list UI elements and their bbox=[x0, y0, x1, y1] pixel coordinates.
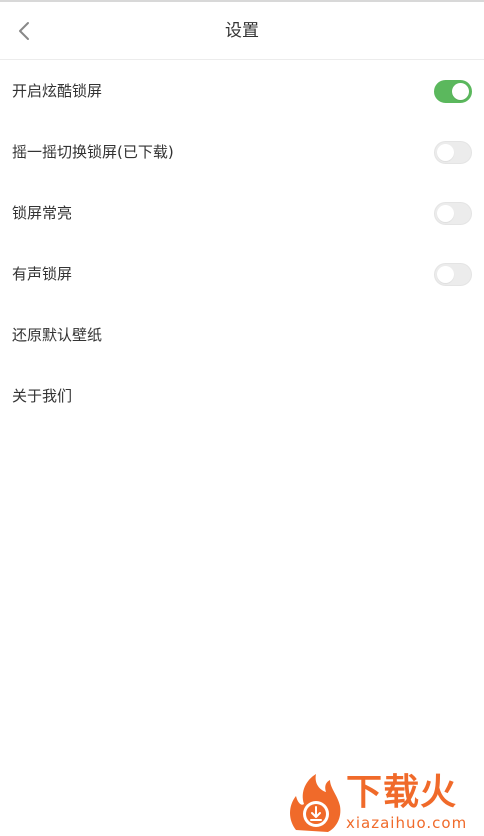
setting-row-always-on[interactable]: 锁屏常亮 bbox=[0, 183, 484, 244]
toggle-knob bbox=[437, 266, 454, 283]
toggle-switch[interactable] bbox=[434, 202, 472, 225]
setting-row-shake-switch[interactable]: 摇一摇切换锁屏(已下载) bbox=[0, 122, 484, 183]
watermark-brand: 下载火 bbox=[346, 772, 458, 813]
toggle-switch[interactable] bbox=[434, 263, 472, 286]
setting-label: 关于我们 bbox=[12, 387, 73, 405]
header-bar: 设置 bbox=[0, 2, 484, 60]
toggle-knob bbox=[452, 83, 469, 100]
setting-label: 锁屏常亮 bbox=[12, 204, 73, 222]
watermark-domain: xiazaihuo.com bbox=[346, 814, 468, 832]
settings-list: 开启炫酷锁屏 摇一摇切换锁屏(已下载) 锁屏常亮 有声锁屏 还原默认壁纸 关于我… bbox=[0, 61, 484, 427]
toggle-switch[interactable] bbox=[434, 80, 472, 103]
toggle-knob bbox=[437, 205, 454, 222]
toggle-knob bbox=[437, 144, 454, 161]
page-title: 设置 bbox=[225, 21, 259, 41]
settings-screen: 设置 开启炫酷锁屏 摇一摇切换锁屏(已下载) 锁屏常亮 有声锁屏 还原默认壁纸 … bbox=[0, 0, 484, 836]
setting-label: 有声锁屏 bbox=[12, 265, 73, 283]
watermark: 下载火 xiazaihuo.com bbox=[286, 770, 482, 834]
setting-label: 开启炫酷锁屏 bbox=[12, 82, 103, 100]
setting-label: 还原默认壁纸 bbox=[12, 326, 103, 344]
setting-row-sound-lock[interactable]: 有声锁屏 bbox=[0, 244, 484, 305]
toggle-switch[interactable] bbox=[434, 141, 472, 164]
setting-row-about-us[interactable]: 关于我们 bbox=[0, 366, 484, 427]
setting-label: 摇一摇切换锁屏(已下载) bbox=[12, 143, 174, 161]
flame-logo-icon bbox=[290, 774, 341, 832]
setting-row-restore-wallpaper[interactable]: 还原默认壁纸 bbox=[0, 305, 484, 366]
setting-row-cool-lockscreen[interactable]: 开启炫酷锁屏 bbox=[0, 61, 484, 122]
